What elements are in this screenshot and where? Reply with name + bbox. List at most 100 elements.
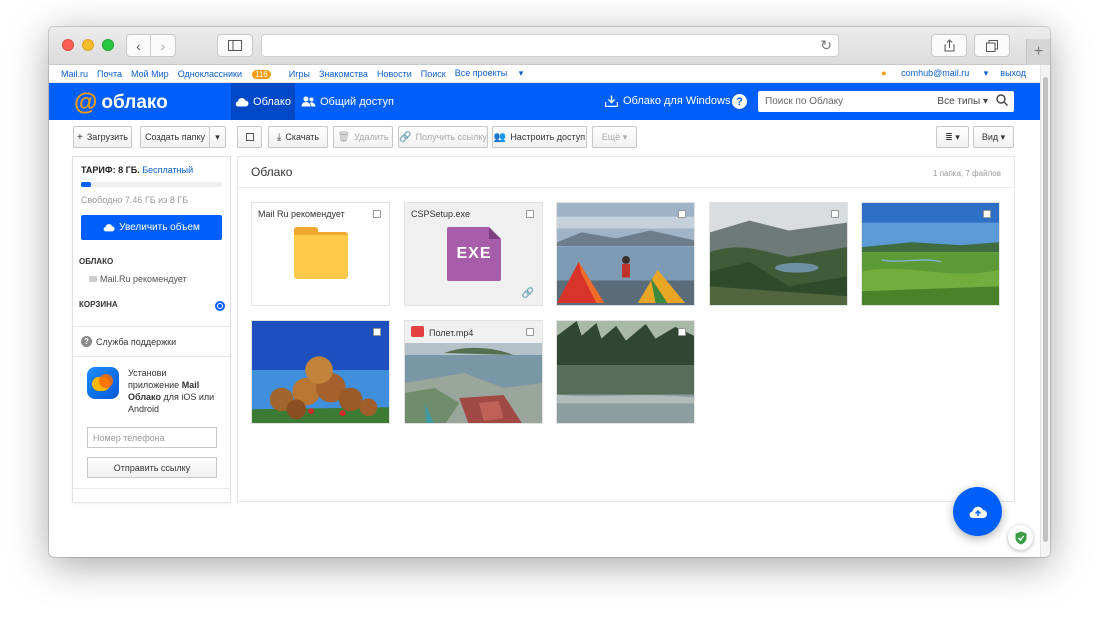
upload-label: Загрузить — [86, 132, 128, 142]
more-button[interactable]: Ещё ▾ — [592, 126, 637, 148]
file-checkbox[interactable] — [373, 210, 381, 218]
tariff-plan-link[interactable]: Бесплатный — [142, 165, 193, 175]
get-link-button[interactable]: 🔗 Получить ссылку — [398, 126, 488, 148]
photo-thumbnail — [557, 321, 694, 423]
file-tile-folder[interactable]: Mail Ru рекомендует — [251, 202, 390, 306]
reload-icon[interactable]: ↻ — [820, 37, 832, 54]
page-scrollbar[interactable] — [1040, 65, 1050, 557]
configure-access-button[interactable]: 👥 Настроить доступ — [492, 126, 587, 148]
tariff-label: ТАРИФ: 8 ГБ. — [81, 165, 140, 175]
download-button[interactable]: ⤓ Скачать — [268, 126, 328, 148]
file-checkbox[interactable] — [526, 328, 534, 336]
back-button[interactable]: ‹ — [126, 34, 151, 57]
address-bar[interactable]: ↻ — [261, 34, 839, 57]
logo-text: облако — [101, 92, 168, 113]
nav-link-mail[interactable]: Почта — [97, 69, 122, 79]
windows-app-link[interactable]: Облако для Windows — [605, 95, 730, 107]
users-icon — [301, 96, 316, 107]
promo-line-3-text: для iOS или — [163, 392, 215, 402]
phone-placeholder: Номер телефона — [93, 432, 165, 443]
security-shield-icon[interactable] — [1008, 525, 1033, 550]
get-link-label: Получить ссылку — [415, 132, 487, 142]
divider — [73, 326, 230, 327]
logo-at: @ — [74, 89, 98, 116]
user-area: ● comhub@mail.ru ▾ выход — [857, 68, 1026, 79]
search-icon[interactable] — [996, 94, 1008, 109]
nav-link-news[interactable]: Новости — [377, 69, 412, 79]
file-tile-photo-lake[interactable] — [556, 320, 695, 424]
nav-link-mailru[interactable]: Mail.ru — [61, 69, 88, 79]
upload-fab[interactable] — [953, 487, 1002, 536]
increase-storage-button[interactable]: Увеличить объем — [81, 215, 222, 240]
folder-icon — [89, 276, 97, 282]
file-tile-photo-valley[interactable] — [709, 202, 848, 306]
sidebar-item-recommended[interactable]: Mail.Ru рекомендует — [73, 274, 230, 284]
page-title: Облако — [251, 165, 293, 179]
file-checkbox[interactable] — [526, 210, 534, 218]
app-promo-text: Установи приложение Mail Облако для iOS … — [128, 367, 214, 415]
create-menu-button[interactable]: ▾ — [209, 126, 226, 148]
promo-line-4: Android — [128, 404, 160, 414]
file-tile-video[interactable]: Полет.mp4 — [404, 320, 543, 424]
zoom-window-button[interactable] — [102, 39, 114, 51]
scrollbar-thumb[interactable] — [1043, 77, 1048, 542]
sidebar-cloud-heading[interactable]: ОБЛАКО — [73, 257, 230, 266]
file-tile-photo-tents[interactable] — [556, 202, 695, 306]
file-checkbox[interactable] — [983, 210, 991, 218]
send-link-button[interactable]: Отправить ссылку — [87, 457, 217, 478]
sidebar-toggle-button[interactable] — [217, 34, 253, 57]
new-tab-button[interactable]: + — [1026, 39, 1050, 65]
nav-link-ok[interactable]: Одноклассники 116 — [178, 69, 280, 79]
caret-down-icon: ▾ — [518, 68, 524, 78]
nav-link-all-projects[interactable]: Все проекты ▾ — [455, 68, 533, 79]
video-file-icon — [411, 326, 424, 337]
create-folder-button[interactable]: Создать папку — [140, 126, 210, 148]
file-checkbox[interactable] — [678, 210, 686, 218]
file-tile-exe[interactable]: CSPSetup.exe EXE 🔗 — [404, 202, 543, 306]
forward-button[interactable]: › — [151, 34, 176, 57]
close-window-button[interactable] — [62, 39, 74, 51]
help-button[interactable]: ? — [732, 94, 747, 109]
promo-line-2: приложение Mail — [128, 379, 214, 391]
file-checkbox[interactable] — [831, 210, 839, 218]
delete-button[interactable]: 🗑 Удалить — [333, 126, 393, 148]
nav-link-dating[interactable]: Знакомства — [319, 69, 368, 79]
share-page-button[interactable] — [931, 34, 967, 57]
file-toolbar: + Загрузить Создать папку ▾ ⤓ Скачать 🗑 Уда… — [49, 120, 1050, 154]
search-type-select[interactable]: Все типы ▾ — [937, 96, 988, 107]
nav-link-myworld[interactable]: Мой Мир — [131, 69, 169, 79]
sort-button[interactable]: ≣ ▾ — [936, 126, 969, 148]
tariff-info: ТАРИФ: 8 ГБ. Бесплатный — [73, 157, 230, 175]
caret-down-icon: ▾ — [983, 68, 989, 78]
view-button[interactable]: Вид ▾ — [973, 126, 1014, 148]
sidebar-trash-row[interactable]: КОРЗИНА — [73, 300, 230, 312]
file-tile-photo-haybales[interactable] — [251, 320, 390, 424]
file-checkbox[interactable] — [678, 328, 686, 336]
tabs-overview-button[interactable] — [974, 34, 1010, 57]
upload-button[interactable]: + Загрузить — [73, 126, 132, 148]
user-menu[interactable]: ● comhub@mail.ru ▾ — [869, 68, 988, 79]
file-checkbox[interactable] — [373, 328, 381, 336]
minimize-window-button[interactable] — [82, 39, 94, 51]
download-icon: ⤓ — [276, 131, 282, 143]
file-area-header: Облако 1 папка, 7 файлов — [238, 157, 1014, 188]
support-link[interactable]: ? Служба поддержки — [73, 336, 230, 347]
photo-thumbnail — [252, 321, 389, 423]
tab-cloud-label: Облако — [253, 95, 291, 108]
promo-line-2-text: приложение — [128, 380, 180, 390]
tab-cloud[interactable]: Облако — [231, 83, 295, 120]
status-dot-icon: ● — [881, 68, 887, 78]
checkbox-icon — [245, 133, 254, 141]
phone-input[interactable]: Номер телефона — [87, 427, 217, 448]
cloud-logo[interactable]: @ облако — [74, 89, 168, 117]
select-all-checkbox[interactable] — [237, 126, 262, 148]
search-input[interactable]: Поиск по Облаку Все типы ▾ — [758, 91, 1014, 112]
file-tile-photo-meadow[interactable] — [861, 202, 1000, 306]
nav-link-games[interactable]: Игры — [289, 69, 310, 79]
nav-link-search[interactable]: Поиск — [421, 69, 446, 79]
tab-shared-access[interactable]: Общий доступ — [301, 83, 394, 120]
file-area: Облако 1 папка, 7 файлов Mail Ru рекомен… — [238, 157, 1014, 501]
history-nav: ‹ › — [126, 34, 176, 57]
increase-storage-label: Увеличить объем — [119, 222, 200, 233]
logout-link[interactable]: выход — [1000, 68, 1026, 79]
